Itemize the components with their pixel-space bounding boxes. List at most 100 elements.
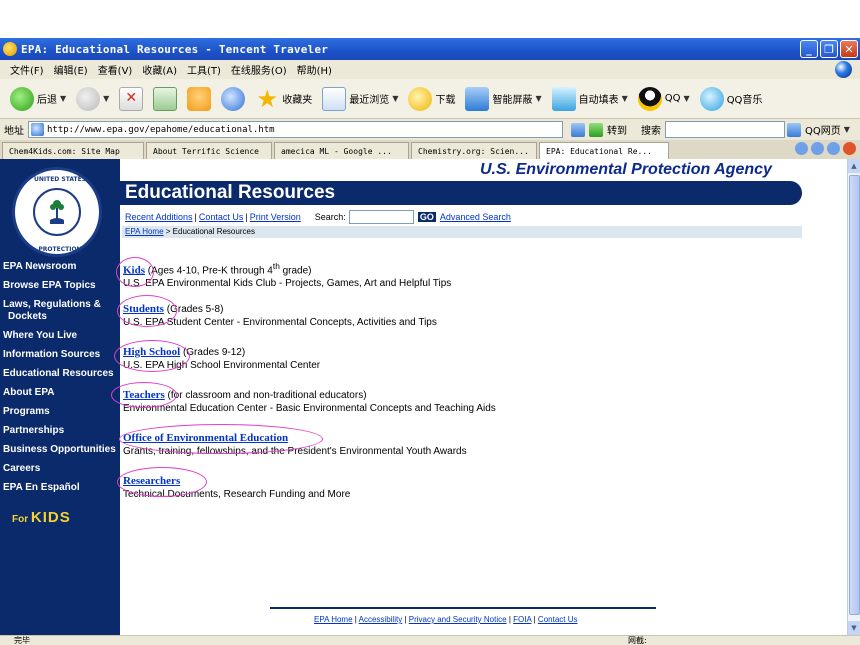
url-input[interactable]: http://www.epa.gov/epahome/educational.h… bbox=[28, 121, 563, 138]
status-text: 完毕 bbox=[14, 636, 30, 645]
students-link[interactable]: Students bbox=[123, 303, 164, 315]
scroll-down-icon[interactable]: ▼ bbox=[848, 621, 860, 635]
menu-favorites[interactable]: 收藏(A) bbox=[142, 62, 177, 77]
footer-epa-home[interactable]: EPA Home bbox=[314, 615, 353, 624]
nav-browse-topics[interactable]: Browse EPA Topics bbox=[0, 280, 120, 292]
print-version-link[interactable]: Print Version bbox=[250, 212, 301, 222]
page-icon bbox=[31, 123, 44, 136]
footer-accessibility[interactable]: Accessibility bbox=[359, 615, 403, 624]
block-icon bbox=[465, 86, 490, 111]
back-button[interactable]: 后退 ▼ bbox=[8, 84, 68, 114]
for-kids-word: KIDS bbox=[30, 509, 71, 526]
resource-sup: th bbox=[272, 261, 280, 271]
scroll-thumb[interactable] bbox=[849, 175, 860, 615]
site-search-go-button[interactable]: GO bbox=[417, 212, 436, 222]
high-school-link[interactable]: High School bbox=[123, 346, 180, 358]
address-label: 地址 bbox=[4, 126, 24, 137]
menu-file[interactable]: 文件(F) bbox=[10, 62, 44, 77]
minimize-button[interactable]: _ bbox=[800, 40, 818, 58]
office-env-education-link[interactable]: Office of Environmental Education bbox=[123, 432, 288, 444]
nav-educational-resources[interactable]: Educational Resources bbox=[0, 368, 120, 380]
favorites-button[interactable]: ★ 收藏夹 bbox=[253, 84, 314, 114]
qq-web-search-button[interactable]: QQ网页 bbox=[805, 122, 841, 137]
stop-button[interactable] bbox=[117, 84, 145, 114]
refresh-button[interactable] bbox=[151, 84, 179, 114]
vertical-scrollbar[interactable]: ▲ ▼ bbox=[847, 159, 860, 635]
tab-bar: Chem4Kids.com: Site Map About Terrific S… bbox=[0, 140, 860, 159]
recent-button[interactable]: 最近浏览 ▼ bbox=[320, 84, 400, 114]
qq-button[interactable]: QQ ▼ bbox=[636, 84, 692, 114]
tab-chemistry-org[interactable]: Chemistry.org: Scien... bbox=[411, 142, 537, 159]
nav-information-sources[interactable]: Information Sources bbox=[0, 349, 120, 361]
footer-contact-us[interactable]: Contact Us bbox=[538, 615, 578, 624]
qq-music-button[interactable]: QQ音乐 bbox=[698, 84, 765, 114]
contact-us-link[interactable]: Contact Us bbox=[199, 212, 244, 222]
nav-about-epa[interactable]: About EPA bbox=[0, 387, 120, 399]
footer-foia[interactable]: FOIA bbox=[513, 615, 531, 624]
nav-laws-regulations[interactable]: Laws, Regulations & bbox=[0, 299, 120, 311]
forward-button[interactable]: ▼ bbox=[74, 84, 111, 114]
tab-list-icon[interactable] bbox=[811, 142, 824, 155]
download-button[interactable]: 下载 bbox=[406, 84, 457, 114]
stop-icon bbox=[119, 86, 144, 111]
tab-scroll-icon[interactable] bbox=[795, 142, 808, 155]
menu-view[interactable]: 查看(V) bbox=[98, 62, 133, 77]
teachers-link[interactable]: Teachers bbox=[123, 389, 165, 401]
forward-dropdown-icon[interactable]: ▼ bbox=[103, 94, 109, 103]
back-dropdown-icon[interactable]: ▼ bbox=[60, 94, 66, 103]
nav-epa-newsroom[interactable]: EPA Newsroom bbox=[0, 261, 120, 273]
nav-programs[interactable]: Programs bbox=[0, 406, 120, 418]
smart-block-button[interactable]: 智能屏蔽 ▼ bbox=[463, 84, 543, 114]
recent-dropdown-icon[interactable]: ▼ bbox=[392, 94, 398, 103]
autofill-dropdown-icon[interactable]: ▼ bbox=[622, 94, 628, 103]
recent-label: 最近浏览 bbox=[349, 95, 390, 106]
search-input[interactable] bbox=[665, 121, 785, 138]
go-button[interactable]: 转到 bbox=[607, 122, 627, 137]
home-button[interactable] bbox=[185, 84, 213, 114]
footer-privacy[interactable]: Privacy and Security Notice bbox=[409, 615, 507, 624]
close-button[interactable]: ✕ bbox=[840, 40, 858, 58]
site-search-input[interactable] bbox=[348, 210, 414, 224]
tab-restore-icon[interactable] bbox=[827, 142, 840, 155]
address-dropdown-icon[interactable] bbox=[571, 122, 585, 137]
agency-name: U.S. Environmental Protection Agency bbox=[480, 161, 772, 178]
researchers-link[interactable]: Researchers bbox=[123, 475, 180, 487]
page-title: Educational Resources bbox=[125, 182, 336, 203]
tab-google[interactable]: amecica ML - Google ... bbox=[274, 142, 409, 159]
epa-seal-logo[interactable]: UNITED STATES PROTECTION bbox=[12, 167, 102, 257]
menu-edit[interactable]: 编辑(E) bbox=[54, 62, 88, 77]
advanced-search-link[interactable]: Advanced Search bbox=[440, 212, 511, 222]
breadcrumb-epa-home[interactable]: EPA Home bbox=[125, 227, 164, 236]
recent-additions-link[interactable]: Recent Additions bbox=[125, 212, 193, 222]
breadcrumb-current: > Educational Resources bbox=[165, 227, 255, 236]
history-button[interactable] bbox=[219, 84, 247, 114]
qq-web-dropdown-icon[interactable]: ▼ bbox=[844, 125, 850, 134]
go-arrow-icon[interactable] bbox=[589, 122, 603, 137]
link-separator: | bbox=[245, 212, 248, 222]
menu-tools[interactable]: 工具(T) bbox=[187, 62, 221, 77]
nav-partnerships[interactable]: Partnerships bbox=[0, 425, 120, 437]
tab-close-icon[interactable] bbox=[843, 142, 856, 155]
window-titlebar[interactable]: EPA: Educational Resources - Tencent Tra… bbox=[0, 38, 860, 60]
nav-careers[interactable]: Careers bbox=[0, 463, 120, 475]
maximize-button[interactable]: ❐ bbox=[820, 40, 838, 58]
nav-where-you-live[interactable]: Where You Live bbox=[0, 330, 120, 342]
forward-arrow-icon bbox=[76, 86, 101, 111]
tab-epa-educational[interactable]: EPA: Educational Re... bbox=[539, 142, 669, 159]
utility-links: Recent Additions | Contact Us | Print Ve… bbox=[125, 210, 511, 224]
search-engine-dropdown-icon[interactable] bbox=[787, 122, 801, 137]
scroll-up-icon[interactable]: ▲ bbox=[848, 159, 860, 173]
nav-en-espanol[interactable]: EPA En Español bbox=[0, 482, 120, 494]
clock-icon bbox=[221, 86, 246, 111]
for-kids-link[interactable]: For KIDS bbox=[12, 509, 71, 526]
tab-terrific-science[interactable]: About Terrific Science bbox=[146, 142, 272, 159]
smart-block-dropdown-icon[interactable]: ▼ bbox=[535, 94, 541, 103]
qq-dropdown-icon[interactable]: ▼ bbox=[684, 94, 690, 103]
nav-business-opportunities[interactable]: Business Opportunities bbox=[0, 444, 120, 456]
tab-chem4kids[interactable]: Chem4Kids.com: Site Map bbox=[2, 142, 144, 159]
menu-online-services[interactable]: 在线服务(O) bbox=[231, 62, 287, 77]
menu-help[interactable]: 帮助(H) bbox=[297, 62, 332, 77]
autofill-button[interactable]: 自动填表 ▼ bbox=[550, 84, 630, 114]
nav-dockets[interactable]: Dockets bbox=[0, 311, 120, 323]
kids-link[interactable]: Kids bbox=[123, 264, 145, 276]
